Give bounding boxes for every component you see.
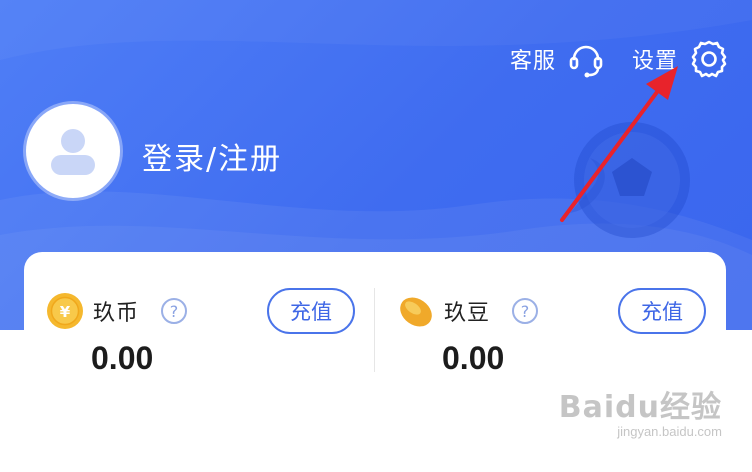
soccer-ball-decoration <box>570 122 690 238</box>
balance-divider <box>374 288 375 372</box>
jiudou-balance: 玖豆 ? 充值 0.00 <box>396 288 706 380</box>
user-icon <box>51 129 95 175</box>
watermark-url: jingyan.baidu.com <box>617 424 722 439</box>
watermark: Baidu经验 jingyan.baidu.com <box>559 382 722 439</box>
gold-coin-icon: ¥ <box>47 293 83 329</box>
gear-icon <box>691 40 727 78</box>
help-icon[interactable]: ? <box>512 298 539 324</box>
jiubi-value: 0.00 <box>91 340 154 376</box>
svg-text:¥: ¥ <box>60 303 71 321</box>
settings-button[interactable]: 设置 <box>632 38 730 80</box>
jiubi-recharge-button[interactable]: 充值 <box>267 288 355 334</box>
jiudou-recharge-button[interactable]: 充值 <box>618 288 706 334</box>
jiubi-label: 玖币 <box>93 301 140 326</box>
jiudou-label: 玖豆 <box>444 301 491 326</box>
watermark-text: Baidu经验 <box>558 390 722 425</box>
jiudou-value: 0.00 <box>442 340 505 376</box>
customer-service-button[interactable]: 客服 <box>510 39 606 79</box>
avatar[interactable] <box>26 104 120 198</box>
customer-service-label: 客服 <box>509 49 556 74</box>
jiubi-balance: ¥ 玖币 ? 充值 0.00 <box>45 288 355 380</box>
login-register-link[interactable]: 登录/注册 <box>142 134 282 178</box>
help-icon[interactable]: ? <box>161 298 188 324</box>
header-actions: 客服 设置 <box>510 38 730 80</box>
bean-icon <box>400 297 432 327</box>
settings-label: 设置 <box>631 49 678 74</box>
headset-icon <box>569 45 603 78</box>
